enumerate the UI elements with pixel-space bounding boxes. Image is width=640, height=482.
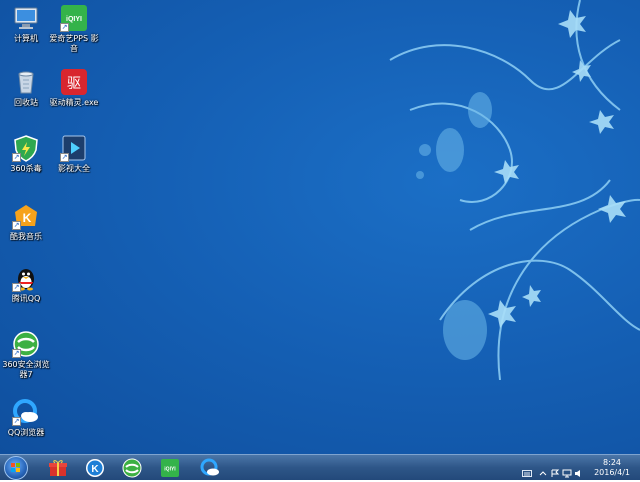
kuwo-k-glyph: K bbox=[91, 464, 99, 475]
icon-label: 酷我音乐 bbox=[10, 232, 42, 241]
desktop-icon-video-player[interactable]: ↗ 影视大全 bbox=[48, 134, 100, 174]
icon-label: 360杀毒 bbox=[10, 164, 42, 173]
shortcut-arrow-icon: ↗ bbox=[12, 221, 21, 230]
icon-label: 驱动精灵.exe bbox=[49, 98, 99, 107]
keyboard-icon[interactable] bbox=[522, 463, 532, 477]
shortcut-arrow-icon: ↗ bbox=[60, 153, 69, 162]
360-antivirus-icon: ↗ bbox=[12, 134, 40, 162]
video-player-icon: ↗ bbox=[60, 134, 88, 162]
system-tray: 8:24 2016/4/1 bbox=[516, 455, 636, 481]
clock-date: 2016/4/1 bbox=[594, 468, 630, 477]
taskbar-kuwo-k-icon[interactable]: K bbox=[85, 458, 105, 478]
desktop-icon-computer[interactable]: 计算机 bbox=[0, 4, 52, 44]
desktop-icon-360-browser[interactable]: ↗ 360安全浏览器7 bbox=[0, 330, 52, 380]
qq-browser-icon: ↗ bbox=[12, 398, 40, 426]
shortcut-arrow-icon: ↗ bbox=[12, 349, 21, 358]
icon-label: 360安全浏览器7 bbox=[2, 360, 50, 379]
icon-label: 计算机 bbox=[14, 34, 38, 43]
desktop-icon-recycle-bin[interactable]: 回收站 bbox=[0, 68, 52, 108]
icon-label: 爱奇艺PPS 影音 bbox=[49, 34, 99, 53]
shortcut-arrow-icon: ↗ bbox=[12, 417, 21, 426]
desktop-icon-driver-genius[interactable]: 驱 驱动精灵.exe bbox=[48, 68, 100, 108]
icon-label: 影视大全 bbox=[58, 164, 90, 173]
desktop-icon-kuwo-music[interactable]: K ↗ 酷我音乐 bbox=[0, 202, 52, 242]
taskbar-clock[interactable]: 8:24 2016/4/1 bbox=[594, 458, 630, 478]
clock-time: 8:24 bbox=[603, 458, 622, 467]
windows-logo-icon bbox=[11, 463, 21, 473]
iqiyi-logo-text: iQIYI bbox=[66, 16, 82, 23]
taskbar-360-browser-icon[interactable] bbox=[122, 458, 142, 478]
start-button[interactable] bbox=[4, 456, 28, 480]
icon-label: QQ浏览器 bbox=[7, 428, 45, 437]
computer-icon bbox=[12, 4, 40, 32]
shortcut-arrow-icon: ↗ bbox=[60, 23, 69, 32]
desktop-icon-qq[interactable]: ↗ 腾讯QQ bbox=[0, 264, 52, 304]
action-center-flag-icon[interactable] bbox=[550, 463, 560, 477]
desktop-icon-iqiyi[interactable]: iQIYI ↗ 爱奇艺PPS 影音 bbox=[48, 4, 100, 54]
wallpaper-flowers bbox=[389, 0, 640, 380]
360-browser-icon: ↗ bbox=[12, 330, 40, 358]
desktop[interactable]: 计算机 iQIYI ↗ 爱奇艺PPS 影音 回收站 驱 驱动精灵.exe ↗ 3… bbox=[0, 0, 640, 454]
driver-glyph: 驱 bbox=[67, 76, 81, 92]
network-icon[interactable] bbox=[562, 463, 572, 478]
icon-label: 回收站 bbox=[14, 98, 38, 107]
icon-label: 腾讯QQ bbox=[11, 294, 41, 303]
taskbar-gift-icon[interactable] bbox=[48, 458, 68, 478]
qq-penguin-icon: ↗ bbox=[12, 264, 40, 292]
iqiyi-icon: iQIYI ↗ bbox=[60, 4, 88, 32]
taskbar-iqiyi-icon[interactable]: iQIYI bbox=[160, 458, 180, 478]
shortcut-arrow-icon: ↗ bbox=[12, 283, 21, 292]
taskbar-qq-browser-icon[interactable] bbox=[200, 458, 220, 478]
recycle-bin-icon bbox=[12, 68, 40, 96]
kuwo-glyph: K bbox=[23, 211, 32, 225]
taskbar-iqiyi-logo-text: iQIYI bbox=[164, 467, 176, 473]
kuwo-music-icon: K ↗ bbox=[12, 202, 40, 230]
desktop-icon-qq-browser[interactable]: ↗ QQ浏览器 bbox=[0, 398, 52, 438]
show-hidden-icons-icon[interactable] bbox=[538, 463, 548, 476]
taskbar: K iQIYI 8:24 2016/4/1 bbox=[0, 454, 640, 480]
volume-icon[interactable] bbox=[574, 463, 584, 477]
shortcut-arrow-icon: ↗ bbox=[12, 153, 21, 162]
desktop-icon-360-antivirus[interactable]: ↗ 360杀毒 bbox=[0, 134, 52, 174]
driver-genius-icon: 驱 bbox=[60, 68, 88, 96]
